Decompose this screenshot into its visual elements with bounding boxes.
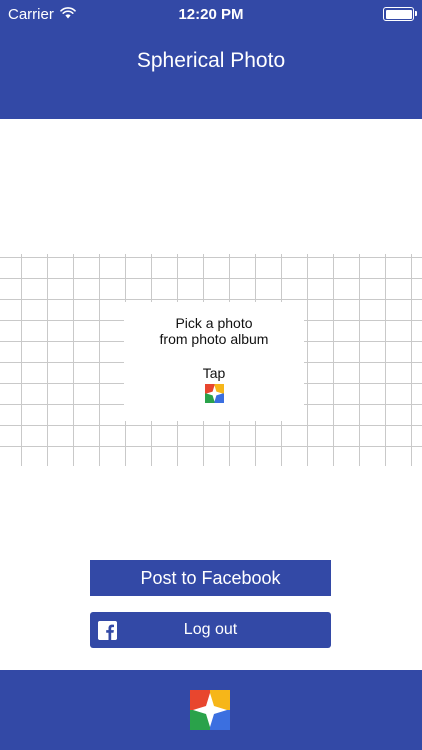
post-to-facebook-button[interactable]: Post to Facebook xyxy=(90,560,331,596)
post-to-facebook-label: Post to Facebook xyxy=(140,567,281,588)
photos-icon[interactable] xyxy=(190,690,230,730)
status-bar: Carrier 12:20 PM xyxy=(0,0,422,30)
logout-label: Log out xyxy=(183,621,238,638)
page-title: Spherical Photo xyxy=(136,49,286,72)
navigation-bar: Spherical Photo xyxy=(0,30,422,119)
battery-icon xyxy=(383,7,417,21)
bottom-toolbar xyxy=(0,670,422,750)
picker-instruction-line1: Pick a photo xyxy=(175,315,253,331)
facebook-icon xyxy=(98,621,117,640)
logout-button[interactable]: Log out xyxy=(90,612,331,648)
photo-picker-panel[interactable]: Pick a photo from photo album Tap xyxy=(124,302,304,421)
status-time: 12:20 PM xyxy=(178,6,244,23)
app-screen: Carrier 12:20 PM Spherical Photo Pick a … xyxy=(0,0,422,750)
picker-instruction-line2: from photo album xyxy=(159,331,269,347)
photos-icon[interactable] xyxy=(204,384,224,403)
tap-label: Tap xyxy=(202,365,226,381)
status-right xyxy=(383,7,417,21)
